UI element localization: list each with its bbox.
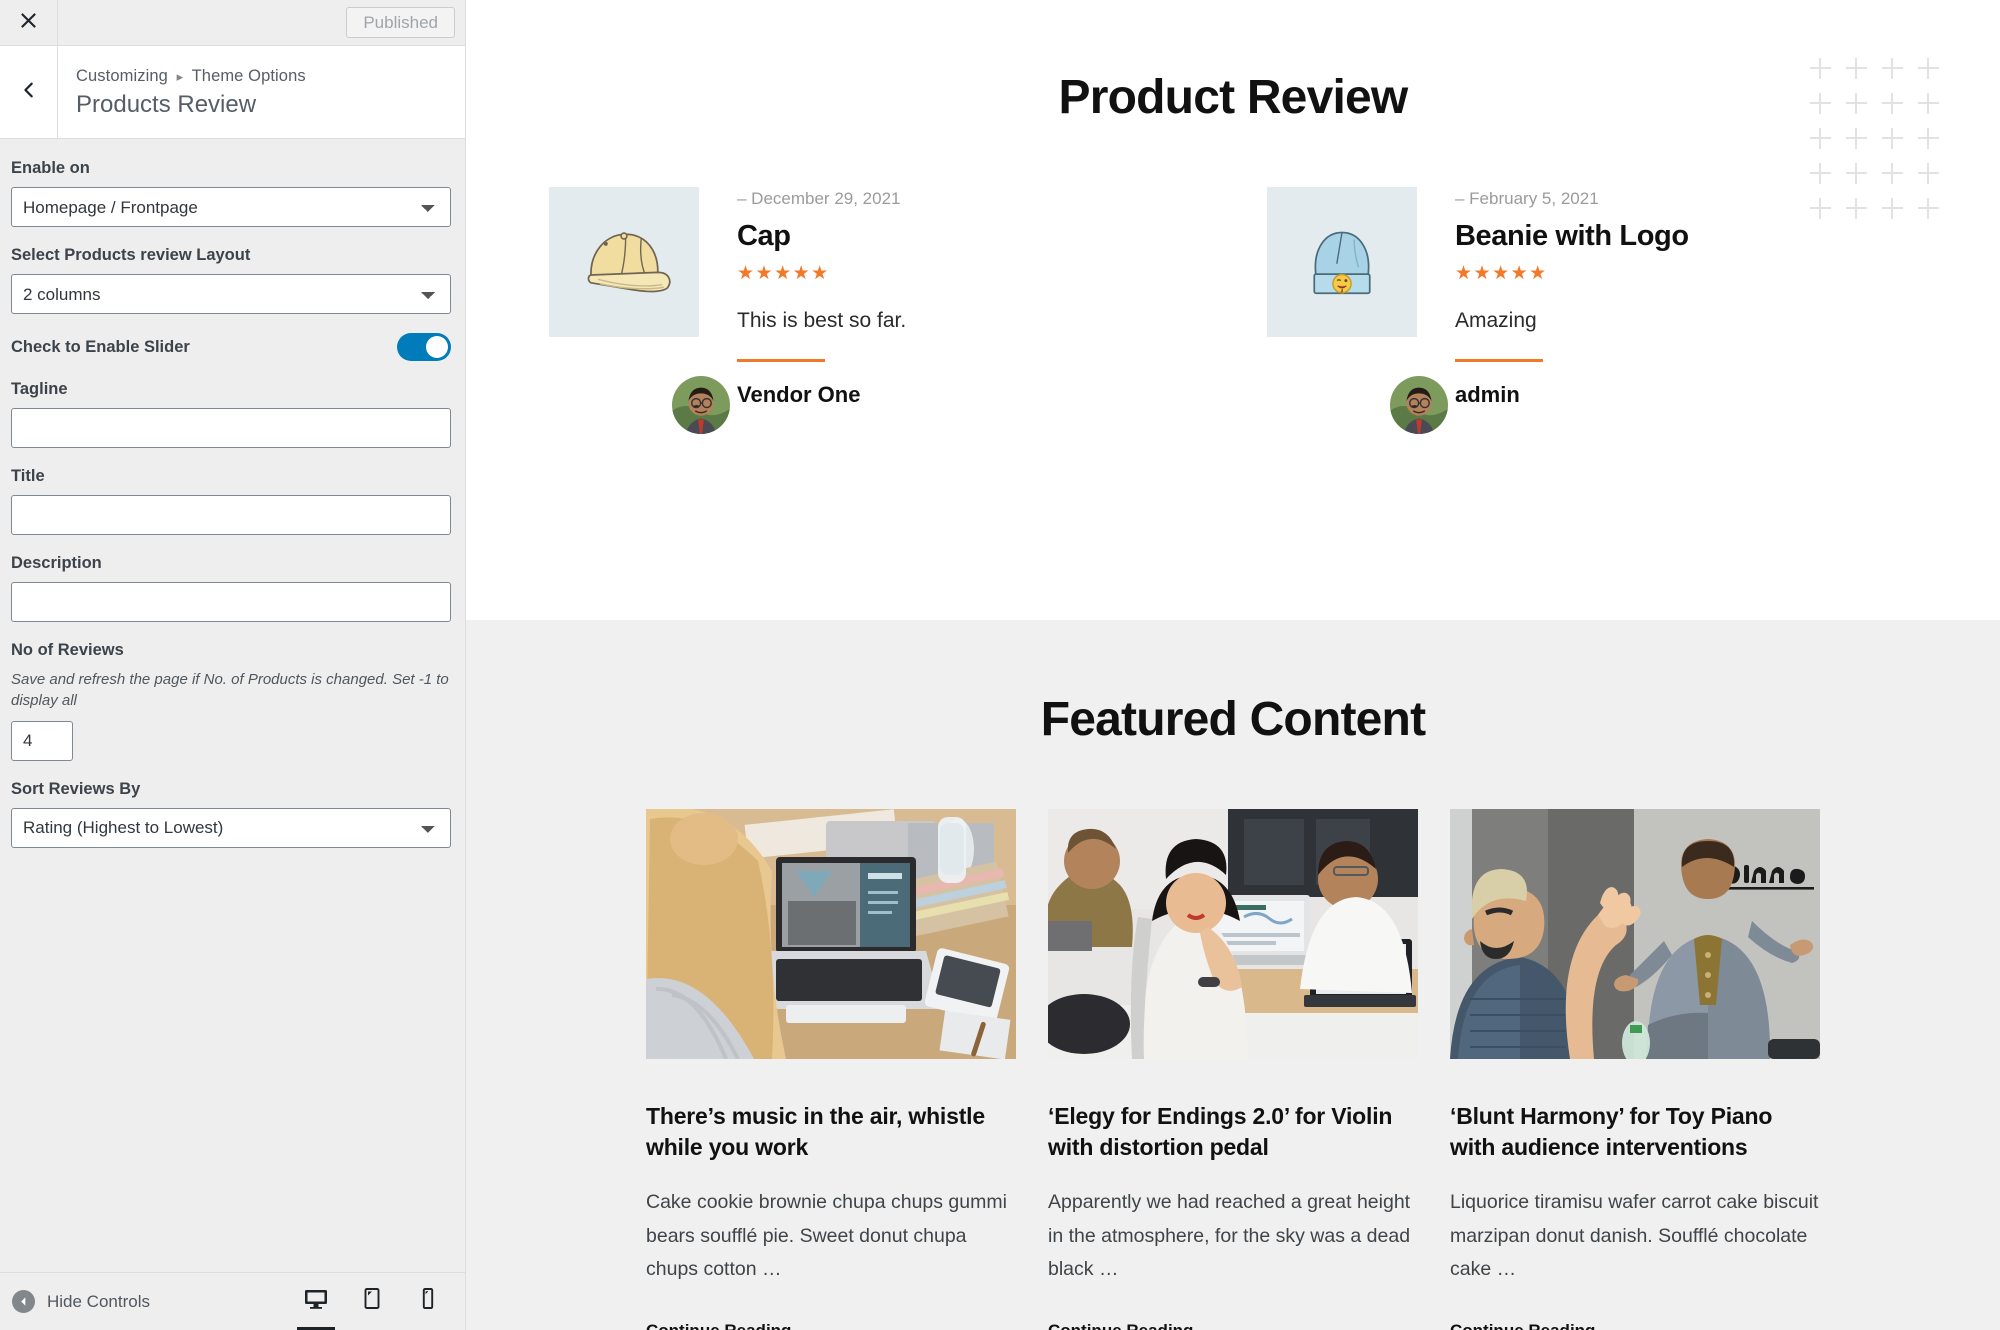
featured-content-title: Featured Content (1040, 693, 1426, 746)
review-product-name[interactable]: Cap (737, 220, 1199, 253)
cap-product-image-icon[interactable] (549, 187, 699, 337)
back-button[interactable] (0, 46, 58, 138)
review-body: – December 29, 2021 Cap ★★★★★ This is be… (737, 187, 1199, 408)
device-mobile-button[interactable] (405, 1273, 451, 1330)
review-media (1267, 187, 1450, 436)
control-description: Description (11, 554, 451, 622)
control-layout: Select Products review Layout 2 columns (11, 246, 451, 314)
hide-controls-button[interactable]: Hide Controls (12, 1290, 150, 1313)
review-text: This is best so far. (737, 309, 907, 332)
review-author: admin (1455, 382, 1520, 407)
featured-card: ‘Blunt Harmony’ for Toy Piano with audie… (1450, 809, 1820, 1330)
product-review-title: Product Review (1058, 71, 1409, 124)
breadcrumb-separator-icon: ▸ (176, 69, 184, 84)
no-of-reviews-input[interactable] (11, 720, 73, 761)
panel-header: Customizing ▸ Theme Options Products Rev… (0, 46, 465, 139)
sort-reviews-label: Sort Reviews By (11, 779, 141, 798)
controls-list: Enable on Homepage / Frontpage Select Pr… (0, 139, 465, 1272)
publish-button[interactable]: Published (346, 7, 455, 38)
beanie-product-image-icon[interactable] (1267, 187, 1417, 337)
reviewer-avatar (670, 374, 732, 436)
close-customizer-button[interactable] (0, 0, 58, 45)
review-card: – December 29, 2021 Cap ★★★★★ This is be… (549, 187, 1199, 436)
page-title: Products Review (76, 91, 257, 118)
toggle-knob (426, 336, 448, 358)
continue-reading-link[interactable]: Continue Reading (1450, 1321, 1820, 1330)
breadcrumb-parent[interactable]: Theme Options (192, 67, 306, 85)
enable-slider-toggle[interactable] (397, 333, 451, 361)
close-icon (19, 11, 38, 35)
control-enable-slider: Check to Enable Slider (11, 333, 451, 361)
control-tagline: Tagline (11, 380, 451, 448)
featured-card: ‘Elegy for Endings 2.0’ for Violin with … (1048, 809, 1418, 1330)
product-review-section: Product Review – December 29, 2021 Cap ★… (466, 0, 2000, 620)
layout-label: Select Products review Layout (11, 246, 251, 264)
reviewer-avatar (1388, 374, 1450, 436)
review-date: – December 29, 2021 (737, 189, 901, 208)
chevron-left-icon (20, 81, 38, 104)
device-desktop-button[interactable] (293, 1273, 339, 1330)
featured-card-excerpt: Cake cookie brownie chupa chups gummi be… (646, 1191, 1007, 1281)
tagline-input[interactable] (11, 408, 451, 448)
featured-card-excerpt: Apparently we had reached a great height… (1048, 1191, 1411, 1281)
sort-reviews-select[interactable]: Rating (Highest to Lowest) (11, 807, 451, 848)
featured-card-title[interactable]: ‘Elegy for Endings 2.0’ for Violin with … (1048, 1101, 1418, 1162)
featured-card-title[interactable]: ‘Blunt Harmony’ for Toy Piano with audie… (1450, 1101, 1820, 1162)
review-media (549, 187, 732, 436)
title-input[interactable] (11, 495, 451, 535)
review-text: Amazing (1455, 309, 1537, 332)
featured-card: There’s music in the air, whistle while … (646, 809, 1016, 1330)
customizer-sidebar: Published Customizing ▸ Theme Options Pr… (0, 0, 466, 1330)
control-title: Title (11, 467, 451, 535)
review-separator (1455, 359, 1543, 362)
breadcrumb: Customizing ▸ Theme Options (76, 67, 306, 86)
device-preview-buttons (293, 1273, 451, 1330)
control-enable-on: Enable on Homepage / Frontpage (11, 159, 451, 227)
customizer-topbar: Published (0, 0, 465, 46)
device-tablet-button[interactable] (349, 1273, 395, 1330)
featured-card-excerpt: Liquorice tiramisu wafer carrot cake bis… (1450, 1191, 1819, 1281)
review-rating-stars: ★★★★★ (1455, 263, 1548, 284)
continue-reading-link[interactable]: Continue Reading (1048, 1321, 1418, 1330)
featured-content-section: Featured Content There’s music in the ai… (466, 620, 2000, 1330)
review-separator (737, 359, 825, 362)
review-author: Vendor One (737, 382, 861, 407)
no-of-reviews-help-text: Save and refresh the page if No. of Prod… (11, 671, 449, 710)
enable-slider-label: Check to Enable Slider (11, 337, 190, 356)
tagline-label: Tagline (11, 380, 68, 398)
featured-cards-row: There’s music in the air, whistle while … (466, 809, 2000, 1330)
breadcrumb-root[interactable]: Customizing (76, 67, 168, 85)
panel-header-text: Customizing ▸ Theme Options Products Rev… (58, 46, 306, 138)
mobile-icon (415, 1286, 441, 1317)
layout-select[interactable]: 2 columns (11, 274, 451, 314)
office-team-meeting-photo-icon[interactable] (1048, 809, 1418, 1059)
tablet-icon (359, 1286, 385, 1317)
customizer-app: Published Customizing ▸ Theme Options Pr… (0, 0, 2000, 1330)
office-highfive-photo-icon[interactable] (1450, 809, 1820, 1059)
control-no-of-reviews: No of Reviews Save and refresh the page … (11, 641, 451, 761)
arrow-left-circle-icon (12, 1290, 35, 1313)
enable-on-label: Enable on (11, 159, 90, 177)
site-preview: Product Review – December 29, 2021 Cap ★… (466, 0, 2000, 1330)
enable-on-select[interactable]: Homepage / Frontpage (11, 187, 451, 227)
desktop-icon (303, 1286, 329, 1317)
review-rating-stars: ★★★★★ (737, 263, 830, 284)
title-label: Title (11, 467, 45, 485)
reviews-row: – December 29, 2021 Cap ★★★★★ This is be… (466, 187, 2000, 436)
continue-reading-link[interactable]: Continue Reading (646, 1321, 1016, 1330)
customizer-footer: Hide Controls (0, 1272, 465, 1330)
no-of-reviews-label: No of Reviews (11, 641, 124, 659)
featured-card-title[interactable]: There’s music in the air, whistle while … (646, 1101, 1016, 1162)
plus-grid-decoration-icon (1808, 56, 1952, 231)
woman-laptop-desk-photo-icon[interactable] (646, 809, 1016, 1059)
hide-controls-label: Hide Controls (47, 1291, 150, 1311)
description-label: Description (11, 554, 102, 572)
control-sort-reviews: Sort Reviews By Rating (Highest to Lowes… (11, 780, 451, 848)
description-input[interactable] (11, 582, 451, 622)
